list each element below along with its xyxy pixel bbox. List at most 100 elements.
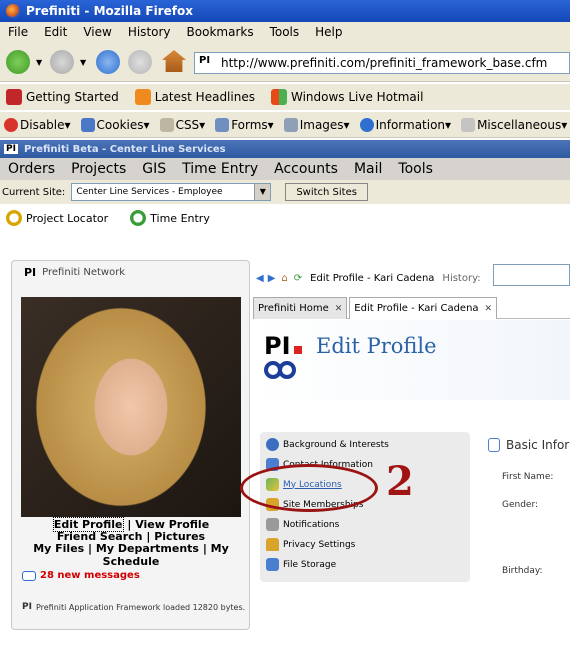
dev-images[interactable]: Images▾ — [280, 117, 350, 132]
menu-label: Privacy Settings — [283, 539, 356, 550]
forward-arrow-icon[interactable]: ▶ — [268, 273, 276, 284]
firefox-icon — [6, 4, 20, 18]
bookmark-label: Getting Started — [26, 90, 119, 104]
site-select-value: Center Line Services - Employee — [76, 187, 223, 197]
dev-misc[interactable]: Miscellaneous▾ — [457, 117, 568, 132]
clock-icon — [130, 210, 147, 226]
framework-footer-text: Prefiniti Application Framework loaded 1… — [35, 602, 246, 612]
quick-links-bar: Project Locator Time Entry — [0, 206, 570, 230]
bookmark-label: Latest Headlines — [154, 90, 255, 104]
prefiniti-logo-icon: PI — [264, 332, 308, 380]
images-icon — [283, 117, 298, 132]
my-departments-link[interactable]: My Departments — [96, 542, 199, 555]
prefiniti-logo-icon: PI — [24, 266, 37, 279]
tab-edit-profile[interactable]: Edit Profile - Kari Cadena ✕ — [349, 297, 498, 319]
dev-label: Miscellaneous▾ — [477, 117, 568, 132]
bookmark-hotmail[interactable]: Windows Live Hotmail — [265, 89, 423, 105]
menu-bar: File Edit View History Bookmarks Tools H… — [0, 22, 570, 42]
disable-icon — [4, 117, 18, 132]
site-select[interactable]: Center Line Services - Employee ▼ — [71, 183, 272, 201]
document-icon — [488, 438, 500, 452]
dev-css[interactable]: CSS▾ — [156, 117, 205, 132]
dev-forms[interactable]: Forms▾ — [211, 117, 274, 132]
page-title: Edit Profile — [316, 334, 437, 358]
app-menu-projects[interactable]: Projects — [63, 161, 134, 177]
bookmark-label: Windows Live Hotmail — [290, 90, 424, 104]
network-label: Prefiniti Network — [42, 267, 126, 278]
close-icon[interactable]: ✕ — [485, 304, 493, 314]
menu-file-storage[interactable]: File Storage — [266, 558, 336, 571]
birthday-label: Birthday: — [502, 566, 543, 576]
back-icon[interactable] — [6, 50, 30, 74]
app-menu-orders[interactable]: Orders — [0, 161, 63, 177]
home-icon[interactable]: ⌂ — [281, 273, 287, 284]
menu-help[interactable]: Help — [307, 25, 350, 39]
window-title: Prefiniti - Mozilla Firefox — [26, 4, 193, 18]
gender-label: Gender: — [502, 500, 539, 510]
time-entry-label: Time Entry — [150, 211, 210, 225]
dev-label: Cookies▾ — [96, 117, 150, 132]
profile-photo — [21, 297, 241, 517]
time-entry-link[interactable]: Time Entry — [124, 210, 210, 226]
dev-cookies[interactable]: Cookies▾ — [77, 117, 150, 132]
tab-prefiniti-home[interactable]: Prefiniti Home ✕ — [253, 297, 348, 319]
menu-tools[interactable]: Tools — [262, 25, 308, 39]
tag-icon — [266, 518, 279, 531]
menu-file[interactable]: File — [0, 25, 36, 39]
firefox-bookmark-icon — [6, 89, 22, 105]
bookmarks-toolbar: Getting Started Latest Headlines Windows… — [0, 84, 570, 110]
dev-disable[interactable]: Disable▾ — [0, 117, 71, 132]
reload-icon[interactable] — [96, 50, 120, 74]
current-site-label: Current Site: — [2, 186, 66, 198]
my-files-link[interactable]: My Files — [33, 542, 84, 555]
app-menu-tools[interactable]: Tools — [390, 161, 441, 177]
web-developer-toolbar: Disable▾ Cookies▾ CSS▾ Forms▾ Images▾ In… — [0, 112, 570, 138]
menu-bookmarks[interactable]: Bookmarks — [179, 25, 262, 39]
content-nav-title: Edit Profile - Kari Cadena — [310, 272, 435, 284]
url-bar[interactable]: PI http://www.prefiniti.com/prefiniti_fr… — [194, 52, 570, 74]
rss-icon — [134, 89, 151, 105]
bookmark-latest-headlines[interactable]: Latest Headlines — [129, 89, 255, 105]
framework-footer: PI Prefiniti Application Framework loade… — [22, 602, 245, 612]
bookmark-getting-started[interactable]: Getting Started — [0, 89, 119, 105]
app-menu-accounts[interactable]: Accounts — [266, 161, 346, 177]
chevron-down-icon[interactable]: ▼ — [254, 184, 271, 200]
network-header: PI Prefiniti Network — [24, 266, 125, 279]
profile-links-row3: My Files | My Departments | My Schedule — [33, 542, 229, 568]
app-menu-gis[interactable]: GIS — [134, 161, 174, 177]
history-input[interactable] — [493, 264, 570, 286]
back-dropdown-icon[interactable]: ▼ — [36, 58, 42, 67]
dev-label: Forms▾ — [231, 117, 274, 132]
home-icon[interactable] — [162, 50, 186, 72]
dev-information[interactable]: Information▾ — [356, 117, 451, 132]
menu-view[interactable]: View — [75, 25, 119, 39]
app-menu-mail[interactable]: Mail — [346, 161, 390, 177]
storage-icon — [266, 558, 279, 571]
menu-history[interactable]: History — [120, 25, 179, 39]
window-title-bar: Prefiniti - Mozilla Firefox — [0, 0, 570, 22]
forward-dropdown-icon[interactable]: ▼ — [80, 58, 86, 67]
forward-icon[interactable] — [50, 50, 74, 74]
menu-privacy-settings[interactable]: Privacy Settings — [266, 538, 355, 551]
app-menu-time-entry[interactable]: Time Entry — [174, 161, 266, 177]
refresh-icon[interactable]: ⟳ — [294, 273, 302, 284]
first-name-label: First Name: — [502, 472, 554, 482]
lock-icon — [266, 538, 279, 551]
stop-icon[interactable] — [128, 50, 152, 74]
site-favicon-icon: PI — [199, 55, 211, 66]
person-icon — [266, 438, 279, 451]
back-arrow-icon[interactable]: ◀ — [256, 273, 264, 284]
forms-icon — [215, 117, 230, 132]
menu-edit[interactable]: Edit — [36, 25, 75, 39]
app-menu: Orders Projects GIS Time Entry Accounts … — [0, 158, 570, 180]
windows-icon — [270, 89, 287, 105]
switch-sites-button[interactable]: Switch Sites — [285, 183, 368, 201]
close-icon[interactable]: ✕ — [335, 304, 343, 314]
menu-background-interests[interactable]: Background & Interests — [266, 438, 389, 451]
css-icon — [159, 117, 174, 132]
messages-link[interactable]: 28 new messages — [22, 570, 140, 581]
project-locator-link[interactable]: Project Locator — [0, 210, 108, 226]
tab-label: Edit Profile - Kari Cadena — [354, 303, 479, 314]
menu-notifications[interactable]: Notifications — [266, 518, 339, 531]
content-tabs: Prefiniti Home ✕ Edit Profile - Kari Cade… — [253, 297, 570, 319]
